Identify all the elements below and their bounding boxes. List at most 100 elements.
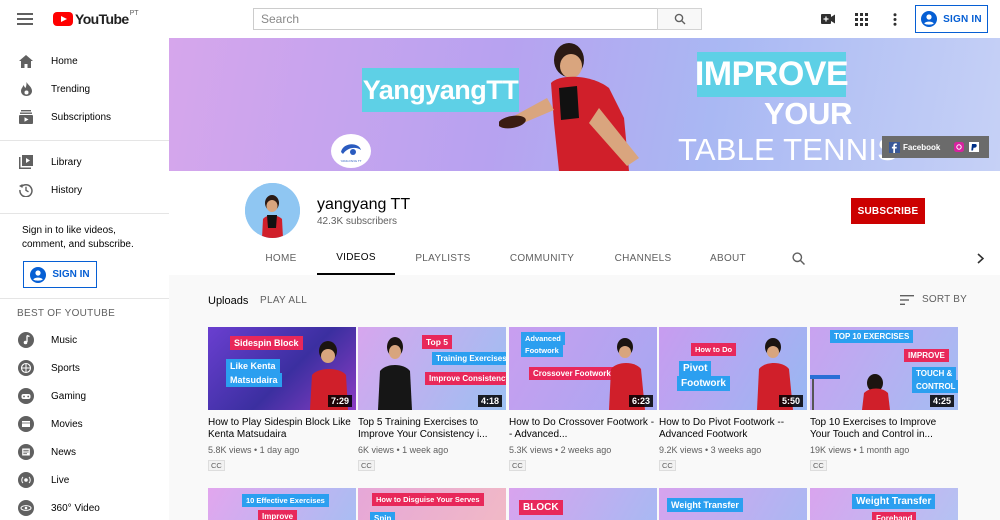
chevron-right-icon[interactable] xyxy=(969,241,991,275)
video-title[interactable]: How to Do Pivot Footwork -- Advanced Foo… xyxy=(659,417,807,440)
signin-button[interactable]: SIGN IN xyxy=(915,5,988,33)
video-thumbnail[interactable]: Top 5 Training Exercises Improve Consist… xyxy=(358,327,506,410)
cc-badge: CC xyxy=(358,460,375,471)
youtube-logo[interactable]: YouTube PT xyxy=(53,9,139,27)
logo-region: PT xyxy=(129,9,139,17)
tab-videos[interactable]: VIDEOS xyxy=(317,241,395,275)
video-card[interactable]: Top 5 Training Exercises Improve Consist… xyxy=(358,327,506,473)
video-thumbnail[interactable]: Weight Transfer xyxy=(659,488,807,520)
play-all-button[interactable]: PLAY ALL xyxy=(260,295,307,306)
video-meta: 9.2K views • 3 weeks ago xyxy=(659,445,762,455)
subscriptions-icon xyxy=(18,109,34,125)
account-icon xyxy=(30,266,47,283)
cc-badge: CC xyxy=(208,460,225,471)
sidebar-item-label: Sports xyxy=(51,362,80,374)
sidebar-item-label: Music xyxy=(51,334,78,346)
thumbnail-text: TOP 10 EXERCISES xyxy=(830,330,914,343)
video-thumbnail[interactable]: BLOCK xyxy=(509,488,657,520)
sidebar-item-subscriptions[interactable]: Subscriptions xyxy=(0,103,169,131)
tab-channels[interactable]: CHANNELS xyxy=(606,241,680,275)
thumbnail-text: How to Disguise Your Serves xyxy=(372,493,484,506)
thumbnail-text: Like Kenta xyxy=(226,359,280,373)
more-options-icon[interactable] xyxy=(886,10,904,28)
search-button[interactable] xyxy=(657,8,702,30)
sidebar-item-news[interactable]: News xyxy=(0,438,169,466)
video-title[interactable]: How to Play Sidespin Block Like Kenta Ma… xyxy=(208,417,356,440)
sidebar-item-sports[interactable]: Sports xyxy=(0,354,169,382)
video-card[interactable]: How to Do Pivot Footwork 5:50 How to Do … xyxy=(659,327,807,473)
create-video-icon[interactable] xyxy=(819,10,837,28)
movies-icon xyxy=(18,416,34,432)
cc-badge: CC xyxy=(509,460,526,471)
video-thumbnail[interactable]: TOP 10 EXERCISES IMPROVE TOUCH & CONTROL… xyxy=(810,327,958,410)
sidebar-item-movies[interactable]: Movies xyxy=(0,410,169,438)
gaming-icon xyxy=(18,388,34,404)
sidebar-item-trending[interactable]: Trending xyxy=(0,75,169,103)
thumbnail-text: Spin xyxy=(370,512,396,520)
search-input[interactable] xyxy=(253,8,657,30)
thumbnail-text: 10 Effective Exercises xyxy=(242,494,329,507)
video-thumbnail[interactable]: Advanced Footwork Crossover Footwork 6:2… xyxy=(509,327,657,410)
sidebar: Home Trending Subscriptions Library Hist… xyxy=(0,38,169,520)
video-title[interactable]: Top 10 Exercises to Improve Your Touch a… xyxy=(810,417,958,440)
cc-badge: CC xyxy=(659,460,676,471)
video-duration: 7:29 xyxy=(327,395,352,407)
subscriber-count: 42.3K subscribers xyxy=(317,216,398,227)
video-title[interactable]: Top 5 Training Exercises to Improve Your… xyxy=(358,417,506,440)
video-title[interactable]: How to Do Crossover Footwork -- Advanced… xyxy=(509,417,657,440)
sidebar-item-360-video[interactable]: 360° Video xyxy=(0,494,169,520)
video-duration: 6:23 xyxy=(628,395,653,407)
paypal-icon[interactable] xyxy=(969,142,980,152)
thumbnail-player-image xyxy=(378,337,412,410)
channel-header: yangyang TT 42.3K subscribers SUBSCRIBE … xyxy=(169,171,1000,275)
video-thumbnail[interactable]: How to Disguise Your Serves Spin xyxy=(358,488,506,520)
video-thumbnail[interactable]: 10 Effective Exercises Improve xyxy=(208,488,356,520)
video-meta: 5.3K views • 2 weeks ago xyxy=(509,445,612,455)
signin-prompt: Sign in to like videos, comment, and sub… xyxy=(22,225,134,250)
sort-by-button[interactable]: SORT BY xyxy=(900,294,967,305)
channel-avatar[interactable] xyxy=(245,183,300,238)
sidebar-item-live[interactable]: Live xyxy=(0,466,169,494)
history-icon xyxy=(18,182,34,198)
tab-playlists[interactable]: PLAYLISTS xyxy=(406,241,480,275)
youtube-play-icon xyxy=(53,12,73,26)
apps-grid-icon[interactable] xyxy=(852,10,870,28)
facebook-label[interactable]: Facebook xyxy=(903,143,940,152)
sidebar-item-home[interactable]: Home xyxy=(0,47,169,75)
search-bar xyxy=(253,8,702,30)
banner-channel-tag: YangyangTT xyxy=(362,68,519,112)
sidebar-item-library[interactable]: Library xyxy=(0,148,169,176)
video-thumbnail[interactable]: Weight Transfer Forehand xyxy=(810,488,958,520)
video-thumbnail[interactable]: Sidespin Block Like Kenta Matsudaira 7:2… xyxy=(208,327,356,410)
instagram-icon[interactable] xyxy=(954,142,965,152)
sidebar-item-history[interactable]: History xyxy=(0,176,169,204)
sidebar-item-label: 360° Video xyxy=(51,502,100,514)
thumbnail-text: BLOCK xyxy=(519,500,563,515)
video-360-icon xyxy=(18,500,34,516)
subscribe-button[interactable]: SUBSCRIBE xyxy=(851,198,925,224)
facebook-icon[interactable] xyxy=(889,141,900,153)
menu-icon[interactable] xyxy=(17,13,33,25)
sidebar-item-music[interactable]: Music xyxy=(0,326,169,354)
channel-tabs: HOME VIDEOS PLAYLISTS COMMUNITY CHANNELS… xyxy=(169,241,1000,275)
account-icon xyxy=(921,11,938,27)
video-thumbnail[interactable]: How to Do Pivot Footwork 5:50 xyxy=(659,327,807,410)
tab-about[interactable]: ABOUT xyxy=(702,241,754,275)
sidebar-signin-button[interactable]: SIGN IN xyxy=(23,261,97,288)
sidebar-item-label: News xyxy=(51,446,77,458)
tab-home[interactable]: HOME xyxy=(251,241,311,275)
sidebar-item-gaming[interactable]: Gaming xyxy=(0,382,169,410)
thumbnail-text: CONTROL xyxy=(912,380,958,393)
video-card[interactable]: TOP 10 EXERCISES IMPROVE TOUCH & CONTROL… xyxy=(810,327,958,473)
channel-name: yangyang TT xyxy=(317,196,411,213)
thumbnail-table-image xyxy=(810,374,890,410)
sidebar-item-label: Subscriptions xyxy=(51,111,112,123)
thumbnail-text: Forehand xyxy=(872,512,917,520)
video-meta: 5.8K views • 1 day ago xyxy=(208,445,300,455)
sports-icon xyxy=(18,360,34,376)
channel-search-icon[interactable] xyxy=(787,241,809,275)
video-card[interactable]: Sidespin Block Like Kenta Matsudaira 7:2… xyxy=(208,327,356,473)
tab-community[interactable]: COMMUNITY xyxy=(502,241,582,275)
video-meta: 6K views • 1 week ago xyxy=(358,445,449,455)
video-card[interactable]: Advanced Footwork Crossover Footwork 6:2… xyxy=(509,327,657,473)
